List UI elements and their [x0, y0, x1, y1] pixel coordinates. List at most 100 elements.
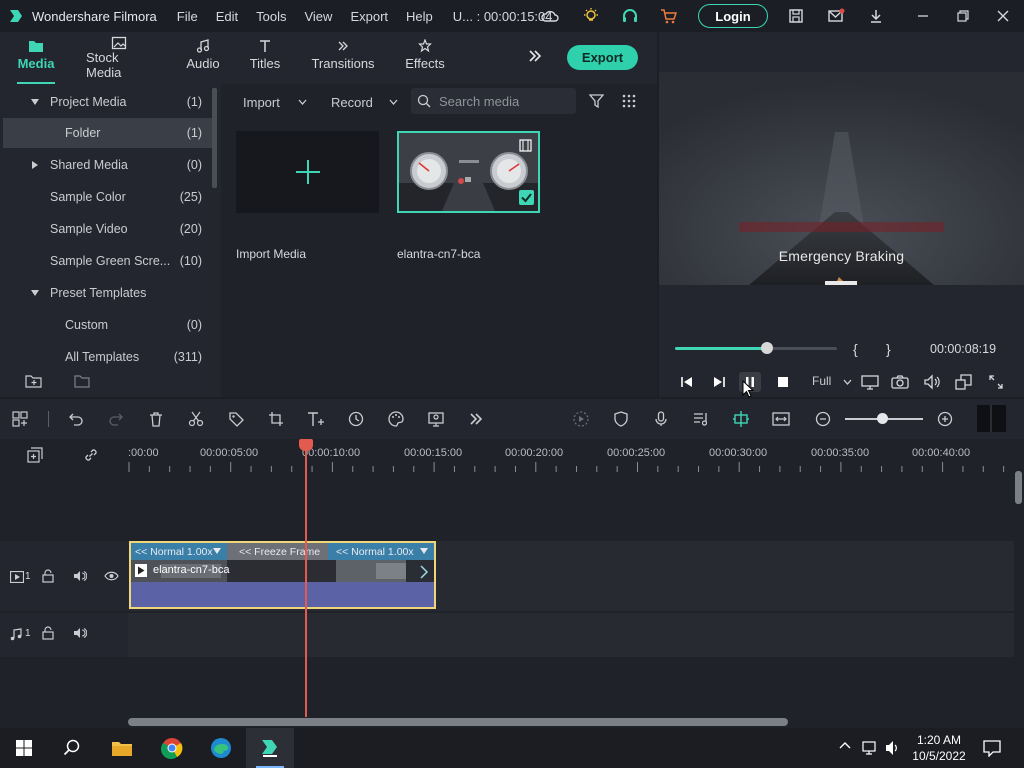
display-monitor-icon[interactable] — [859, 372, 881, 392]
menu-view[interactable]: View — [304, 9, 332, 24]
close-icon[interactable] — [993, 6, 1013, 26]
idea-bulb-icon[interactable] — [581, 6, 601, 26]
volume-icon[interactable] — [921, 372, 943, 392]
new-folder-icon[interactable] — [25, 374, 43, 388]
audio-mixer-icon[interactable] — [691, 409, 711, 429]
zoom-slider-knob[interactable] — [877, 413, 888, 424]
search-input[interactable]: Search media — [411, 88, 576, 114]
tab-audio[interactable]: Audio — [186, 36, 220, 80]
lock-icon[interactable] — [42, 626, 54, 640]
speed-clock-icon[interactable] — [346, 409, 366, 429]
split-scissors-icon[interactable] — [186, 409, 206, 429]
menu-export[interactable]: Export — [350, 9, 388, 24]
clip-speed-segment[interactable]: << Normal 1.00x — [328, 543, 434, 560]
windows-start-icon[interactable] — [0, 728, 48, 768]
tab-media[interactable]: Media — [17, 36, 55, 84]
mute-speaker-icon[interactable] — [73, 570, 87, 582]
grid-view-icon[interactable] — [622, 94, 636, 108]
menu-file[interactable]: File — [177, 9, 198, 24]
speaker-icon[interactable] — [885, 740, 901, 756]
record-dropdown[interactable]: Record — [331, 90, 398, 114]
color-palette-icon[interactable] — [386, 409, 406, 429]
preview-video-frame[interactable]: Emergency Braking — [659, 72, 1024, 285]
folder-outline-icon[interactable] — [74, 374, 90, 388]
tree-item-sample-video[interactable]: Sample Video (20) — [0, 214, 212, 244]
redo-icon[interactable] — [106, 409, 126, 429]
green-screen-icon[interactable] — [426, 409, 446, 429]
menu-help[interactable]: Help — [406, 9, 433, 24]
tree-scrollbar[interactable] — [212, 88, 217, 188]
lock-icon[interactable] — [42, 569, 54, 583]
notification-icon[interactable] — [983, 739, 1001, 757]
playhead-handle[interactable] — [299, 439, 313, 451]
filter-icon[interactable] — [589, 94, 604, 108]
import-dropdown[interactable]: Import — [243, 90, 307, 114]
stop-icon[interactable] — [772, 372, 794, 392]
tree-item-sample-green-screen[interactable]: Sample Green Scre... (10) — [0, 246, 212, 276]
timeline-thumbnail-toggle[interactable] — [977, 405, 1006, 432]
fullscreen-icon[interactable] — [985, 372, 1007, 392]
caret-down-icon[interactable] — [30, 97, 40, 107]
tree-item-sample-color[interactable]: Sample Color (25) — [0, 182, 212, 212]
more-tools-chevron-icon[interactable] — [466, 409, 486, 429]
menu-tools[interactable]: Tools — [256, 9, 286, 24]
tag-icon[interactable] — [226, 409, 246, 429]
caret-down-icon[interactable] — [30, 288, 40, 298]
link-icon[interactable] — [83, 447, 99, 463]
timeline-ruler[interactable]: :00:00 00:00:05:00 00:00:10:00 00:00:15:… — [0, 439, 1024, 473]
eye-visibility-icon[interactable] — [104, 571, 119, 581]
mark-shield-icon[interactable] — [611, 409, 631, 429]
filmora-taskbar-icon[interactable] — [246, 728, 294, 768]
timeline-horizontal-scrollbar[interactable] — [128, 718, 788, 726]
tab-transitions[interactable]: Transitions — [311, 36, 375, 80]
segment-dropdown-icon[interactable] — [420, 548, 428, 554]
chevron-up-icon[interactable] — [839, 741, 851, 749]
support-headset-icon[interactable] — [620, 6, 640, 26]
tab-stock-media[interactable]: Stock Media — [86, 36, 152, 80]
snap-magnet-icon[interactable] — [731, 409, 751, 429]
import-media-tile[interactable] — [236, 131, 379, 213]
tree-item-shared-media[interactable]: Shared Media (0) — [0, 150, 212, 180]
step-back-icon[interactable] — [676, 372, 698, 392]
cloud-icon[interactable] — [540, 6, 560, 26]
network-icon[interactable] — [862, 740, 880, 756]
clip-speed-segment[interactable]: << Normal 1.00x — [131, 543, 227, 560]
audio-track-row[interactable] — [128, 613, 1014, 657]
export-button[interactable]: Export — [567, 45, 638, 70]
chrome-icon[interactable] — [148, 728, 196, 768]
mail-icon[interactable] — [826, 6, 846, 26]
tab-titles[interactable]: Titles — [249, 36, 281, 80]
auto-highlight-icon[interactable] — [571, 409, 591, 429]
system-clock[interactable]: 1:20 AM 10/5/2022 — [905, 732, 973, 764]
add-track-icon[interactable] — [27, 447, 43, 463]
fit-timeline-icon[interactable] — [771, 409, 791, 429]
clip-freeze-segment[interactable]: << Freeze Frame — [227, 543, 328, 560]
save-icon[interactable] — [786, 6, 806, 26]
caret-right-icon[interactable] — [30, 160, 40, 170]
timeline-vertical-scrollbar[interactable] — [1015, 471, 1022, 504]
tree-item-custom[interactable]: Custom (0) — [0, 310, 212, 340]
tab-effects[interactable]: Effects — [405, 36, 445, 80]
tree-item-project-media[interactable]: Project Media (1) — [0, 87, 212, 117]
layout-grid-icon[interactable] — [10, 409, 30, 429]
step-forward-icon[interactable] — [708, 372, 730, 392]
tree-item-folder[interactable]: Folder (1) — [3, 118, 212, 148]
mute-speaker-icon[interactable] — [73, 627, 87, 639]
edge-icon[interactable] — [197, 728, 245, 768]
playhead-line[interactable] — [305, 439, 307, 717]
download-icon[interactable] — [866, 6, 886, 26]
login-button[interactable]: Login — [698, 4, 768, 28]
undo-icon[interactable] — [66, 409, 86, 429]
segment-dropdown-icon[interactable] — [213, 548, 221, 554]
mark-out-button[interactable]: } — [886, 341, 891, 357]
add-text-icon[interactable] — [306, 409, 326, 429]
render-preview-icon[interactable] — [953, 372, 975, 392]
zoom-out-icon[interactable] — [813, 409, 833, 429]
file-explorer-icon[interactable] — [98, 728, 146, 768]
progress-knob[interactable] — [761, 342, 774, 354]
checkmark-icon[interactable] — [519, 190, 534, 205]
menu-edit[interactable]: Edit — [216, 9, 238, 24]
more-tabs-chevron-icon[interactable] — [527, 48, 543, 64]
microphone-icon[interactable] — [651, 409, 671, 429]
minimize-icon[interactable] — [913, 6, 933, 26]
